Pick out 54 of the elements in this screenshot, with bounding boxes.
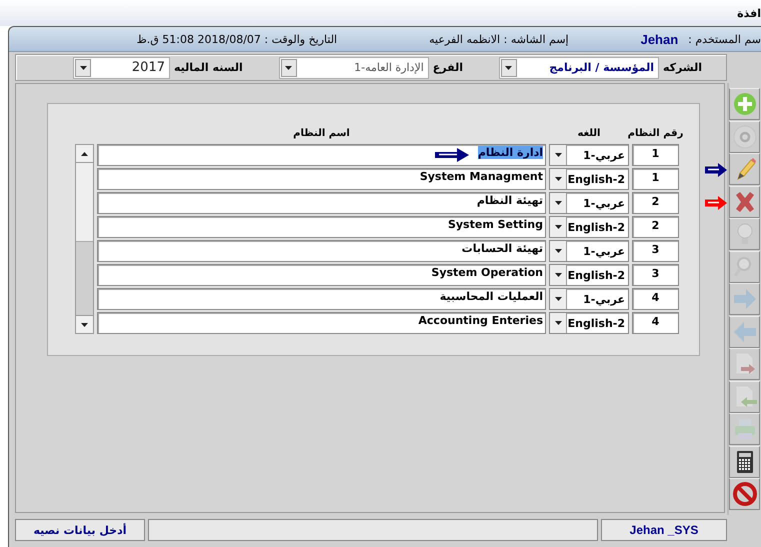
status-message: أدخل بيانات نصيه — [15, 519, 145, 541]
left-arrow-icon — [732, 320, 756, 344]
column-header: اسم النظام — [292, 127, 351, 141]
right-arrow-icon — [732, 287, 756, 311]
disc-icon — [732, 124, 756, 148]
calculator-button[interactable] — [729, 446, 760, 478]
system-name-field[interactable]: العمليات المحاسبية — [97, 288, 546, 310]
edit-button[interactable] — [729, 153, 760, 185]
system-name-field[interactable]: System Managment — [97, 168, 546, 190]
system-number-field[interactable]: 4 — [632, 288, 679, 310]
system-number-field[interactable]: 3 — [632, 240, 679, 262]
filter-label: السنه الماليه — [174, 61, 243, 74]
window-title: افذة — [737, 6, 761, 20]
prohibited-icon — [732, 482, 756, 506]
system-name-field[interactable]: تهيئة الحسابات — [97, 240, 546, 262]
scroll-down-icon[interactable] — [81, 322, 88, 326]
close-button[interactable] — [729, 478, 760, 510]
date-time: التاريخ والوقت : 2018/08/07 51:08 ق.ظ — [136, 32, 338, 46]
filter-label: الفرع — [432, 61, 463, 74]
user-name: Jehan — [640, 32, 678, 46]
filter-dropdown[interactable]: 2017 — [73, 56, 170, 78]
language-dropdown[interactable]: English-2 — [549, 312, 629, 334]
user-label: سم المستخدم : — [688, 32, 761, 46]
screen-name: إسم الشاشه : الانظمه الفرعيه — [429, 32, 569, 46]
system-number-field[interactable]: 2 — [632, 192, 679, 214]
language-dropdown[interactable]: English-2 — [549, 216, 629, 238]
status-user: Jehan _SYS — [601, 519, 727, 541]
language-dropdown[interactable]: 1-عربي — [549, 288, 629, 310]
system-number-field[interactable]: 2 — [632, 216, 679, 238]
system-name-field[interactable]: ادارة النظام — [97, 144, 546, 166]
filter-label: الشركه — [662, 61, 702, 74]
language-dropdown[interactable]: English-2 — [549, 264, 629, 286]
system-name-field[interactable]: Accounting Enteries — [97, 312, 546, 334]
system-name-field[interactable]: تهيئة النظام — [97, 192, 546, 214]
scrollbar[interactable] — [75, 144, 94, 334]
system-number-field[interactable]: 3 — [632, 264, 679, 286]
filter-dropdown[interactable]: المؤسسة / البرنامج — [498, 56, 659, 78]
printer-icon — [732, 417, 756, 441]
system-number-field[interactable]: 4 — [632, 312, 679, 334]
add-button[interactable] — [729, 88, 760, 120]
column-header: رقم النظام — [626, 127, 684, 141]
language-dropdown[interactable]: 1-عربي — [549, 192, 629, 214]
system-name-field[interactable]: System Operation — [97, 264, 546, 286]
delete-button[interactable] — [729, 186, 760, 218]
filter-dropdown[interactable]: 1-الإدارة العامه — [278, 56, 429, 78]
scroll-up-icon[interactable] — [81, 152, 88, 156]
system-name-field[interactable]: System Setting — [97, 216, 546, 238]
column-header: اللغه — [576, 127, 602, 141]
language-dropdown[interactable]: 1-عربي — [549, 240, 629, 262]
plus-icon — [732, 92, 756, 116]
language-dropdown[interactable]: 1-عربي — [549, 144, 629, 166]
system-number-field[interactable]: 1 — [632, 168, 679, 190]
system-number-field[interactable]: 1 — [632, 144, 679, 166]
language-dropdown[interactable]: English-2 — [549, 168, 629, 190]
